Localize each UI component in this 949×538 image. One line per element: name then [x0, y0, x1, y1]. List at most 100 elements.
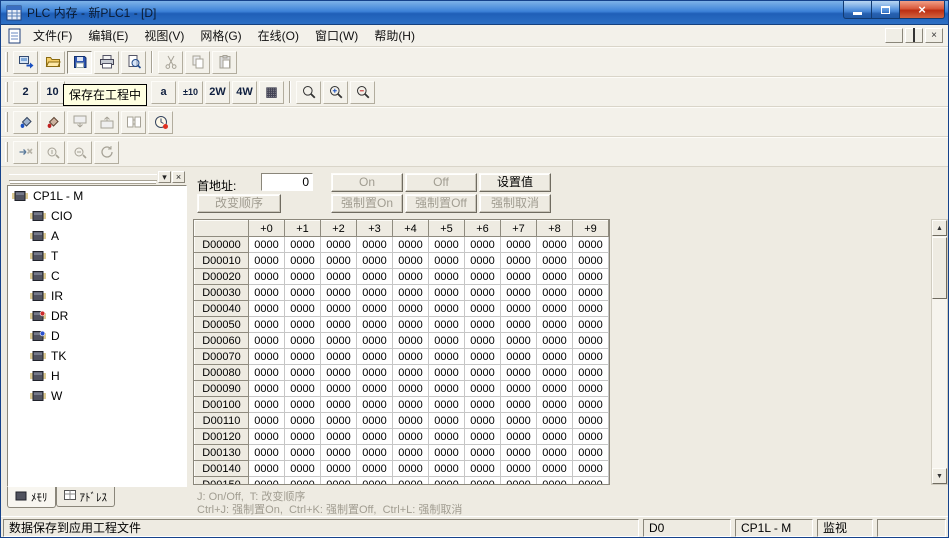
memory-cell[interactable]: 0000 — [501, 445, 537, 461]
toolbar-grip[interactable] — [5, 82, 8, 102]
compare-memory-button[interactable] — [121, 111, 146, 134]
memory-cell[interactable]: 0000 — [465, 237, 501, 253]
memory-cell[interactable]: 0000 — [465, 461, 501, 477]
memory-cell[interactable]: 0000 — [393, 397, 429, 413]
memory-cell[interactable]: 0000 — [285, 253, 321, 269]
memory-cell[interactable]: 0000 — [357, 413, 393, 429]
memory-cell[interactable]: 0000 — [429, 253, 465, 269]
memory-cell[interactable]: 0000 — [321, 269, 357, 285]
address-columns-button[interactable]: ▦ — [259, 81, 284, 104]
force-on-toolbar-button[interactable] — [40, 141, 65, 164]
memory-cell[interactable]: 0000 — [285, 237, 321, 253]
memory-cell[interactable]: 0000 — [249, 333, 285, 349]
row-header[interactable]: D00080 — [195, 365, 249, 381]
memory-cell[interactable]: 0000 — [393, 413, 429, 429]
transfer-to-plc-button[interactable] — [13, 51, 38, 74]
memory-cell[interactable]: 0000 — [465, 445, 501, 461]
set-value-button[interactable]: 设置值 — [479, 173, 551, 192]
memory-cell[interactable]: 0000 — [321, 253, 357, 269]
cut-button[interactable] — [158, 51, 183, 74]
sidebar-item-cio[interactable]: CIO — [8, 206, 186, 226]
column-header[interactable]: +0 — [249, 221, 285, 237]
transfer-from-plc-memory-button[interactable] — [94, 111, 119, 134]
sidebar-item-h[interactable]: H — [8, 366, 186, 386]
memory-cell[interactable]: 0000 — [501, 333, 537, 349]
memory-cell[interactable]: 0000 — [429, 429, 465, 445]
memory-cell[interactable]: 0000 — [357, 237, 393, 253]
sidebar-item-tk[interactable]: TK — [8, 346, 186, 366]
memory-cell[interactable]: 0000 — [537, 301, 573, 317]
menu-window[interactable]: 窗口(W) — [307, 25, 366, 47]
memory-cell[interactable]: 0000 — [537, 413, 573, 429]
memory-cell[interactable]: 0000 — [537, 477, 573, 486]
memory-cell[interactable]: 0000 — [393, 381, 429, 397]
row-header[interactable]: D00120 — [195, 429, 249, 445]
memory-cell[interactable]: 0000 — [357, 365, 393, 381]
scroll-up-button[interactable]: ▲ — [932, 220, 947, 236]
memory-cell[interactable]: 0000 — [321, 477, 357, 486]
row-header[interactable]: D00090 — [195, 381, 249, 397]
memory-cell[interactable]: 0000 — [357, 461, 393, 477]
off-button[interactable]: Off — [405, 173, 477, 192]
memory-cell[interactable]: 0000 — [573, 365, 609, 381]
radix-text-button[interactable]: a — [151, 81, 176, 104]
column-header[interactable]: +5 — [429, 221, 465, 237]
memory-cell[interactable]: 0000 — [393, 237, 429, 253]
memory-cell[interactable]: 0000 — [249, 317, 285, 333]
memory-cell[interactable]: 0000 — [285, 477, 321, 486]
memory-cell[interactable]: 0000 — [573, 429, 609, 445]
memory-cell[interactable]: 0000 — [285, 429, 321, 445]
memory-cell[interactable]: 0000 — [465, 477, 501, 486]
memory-cell[interactable]: 0000 — [573, 301, 609, 317]
sidebar-item-w[interactable]: W — [8, 386, 186, 406]
zoom-button[interactable] — [296, 81, 321, 104]
memory-cell[interactable]: 0000 — [573, 317, 609, 333]
memory-cell[interactable]: 0000 — [573, 253, 609, 269]
row-header[interactable]: D00060 — [195, 333, 249, 349]
memory-cell[interactable]: 0000 — [429, 445, 465, 461]
sidebar-item-ir[interactable]: IR — [8, 286, 186, 306]
memory-cell[interactable]: 0000 — [285, 301, 321, 317]
memory-cell[interactable]: 0000 — [249, 269, 285, 285]
memory-cell[interactable]: 0000 — [573, 333, 609, 349]
menu-grid[interactable]: 网格(G) — [192, 25, 249, 47]
sidebar-tab-address[interactable]: ｱﾄﾞﾚｽ — [56, 487, 116, 507]
mdi-close-button[interactable]: × — [925, 28, 943, 43]
save-button[interactable] — [67, 51, 92, 74]
memory-cell[interactable]: 0000 — [573, 461, 609, 477]
row-header[interactable]: D00070 — [195, 349, 249, 365]
memory-cell[interactable]: 0000 — [429, 301, 465, 317]
memory-cell[interactable]: 0000 — [321, 397, 357, 413]
column-header[interactable]: +9 — [573, 221, 609, 237]
mdi-minimize-button[interactable] — [885, 28, 903, 43]
column-header[interactable]: +8 — [537, 221, 573, 237]
memory-cell[interactable]: 0000 — [393, 317, 429, 333]
memory-cell[interactable]: 0000 — [537, 285, 573, 301]
row-header[interactable]: D00020 — [195, 269, 249, 285]
memory-cell[interactable]: 0000 — [537, 429, 573, 445]
memory-cell[interactable]: 0000 — [429, 269, 465, 285]
memory-cell[interactable]: 0000 — [501, 237, 537, 253]
memory-cell[interactable]: 0000 — [357, 349, 393, 365]
memory-cell[interactable]: 0000 — [321, 301, 357, 317]
double-word-button[interactable]: 2W — [205, 81, 230, 104]
memory-cell[interactable]: 0000 — [465, 317, 501, 333]
memory-cell[interactable]: 0000 — [285, 381, 321, 397]
memory-cell[interactable]: 0000 — [249, 413, 285, 429]
mdi-document-icon[interactable] — [7, 28, 23, 44]
memory-cell[interactable]: 0000 — [249, 285, 285, 301]
menu-edit[interactable]: 编辑(E) — [80, 25, 136, 47]
force-set-on-button[interactable]: 强制置On — [331, 194, 403, 213]
memory-cell[interactable]: 0000 — [321, 333, 357, 349]
sidebar-close-button[interactable]: × — [172, 171, 185, 183]
memory-cell[interactable]: 0000 — [285, 445, 321, 461]
close-button[interactable]: × — [900, 1, 945, 19]
radix-decimal-button[interactable]: 10 — [40, 81, 65, 104]
memory-cell[interactable]: 0000 — [501, 349, 537, 365]
memory-cell[interactable]: 0000 — [537, 397, 573, 413]
memory-cell[interactable]: 0000 — [465, 429, 501, 445]
memory-cell[interactable]: 0000 — [357, 253, 393, 269]
memory-cell[interactable]: 0000 — [357, 477, 393, 486]
memory-cell[interactable]: 0000 — [321, 413, 357, 429]
toolbar-grip[interactable] — [5, 142, 8, 162]
